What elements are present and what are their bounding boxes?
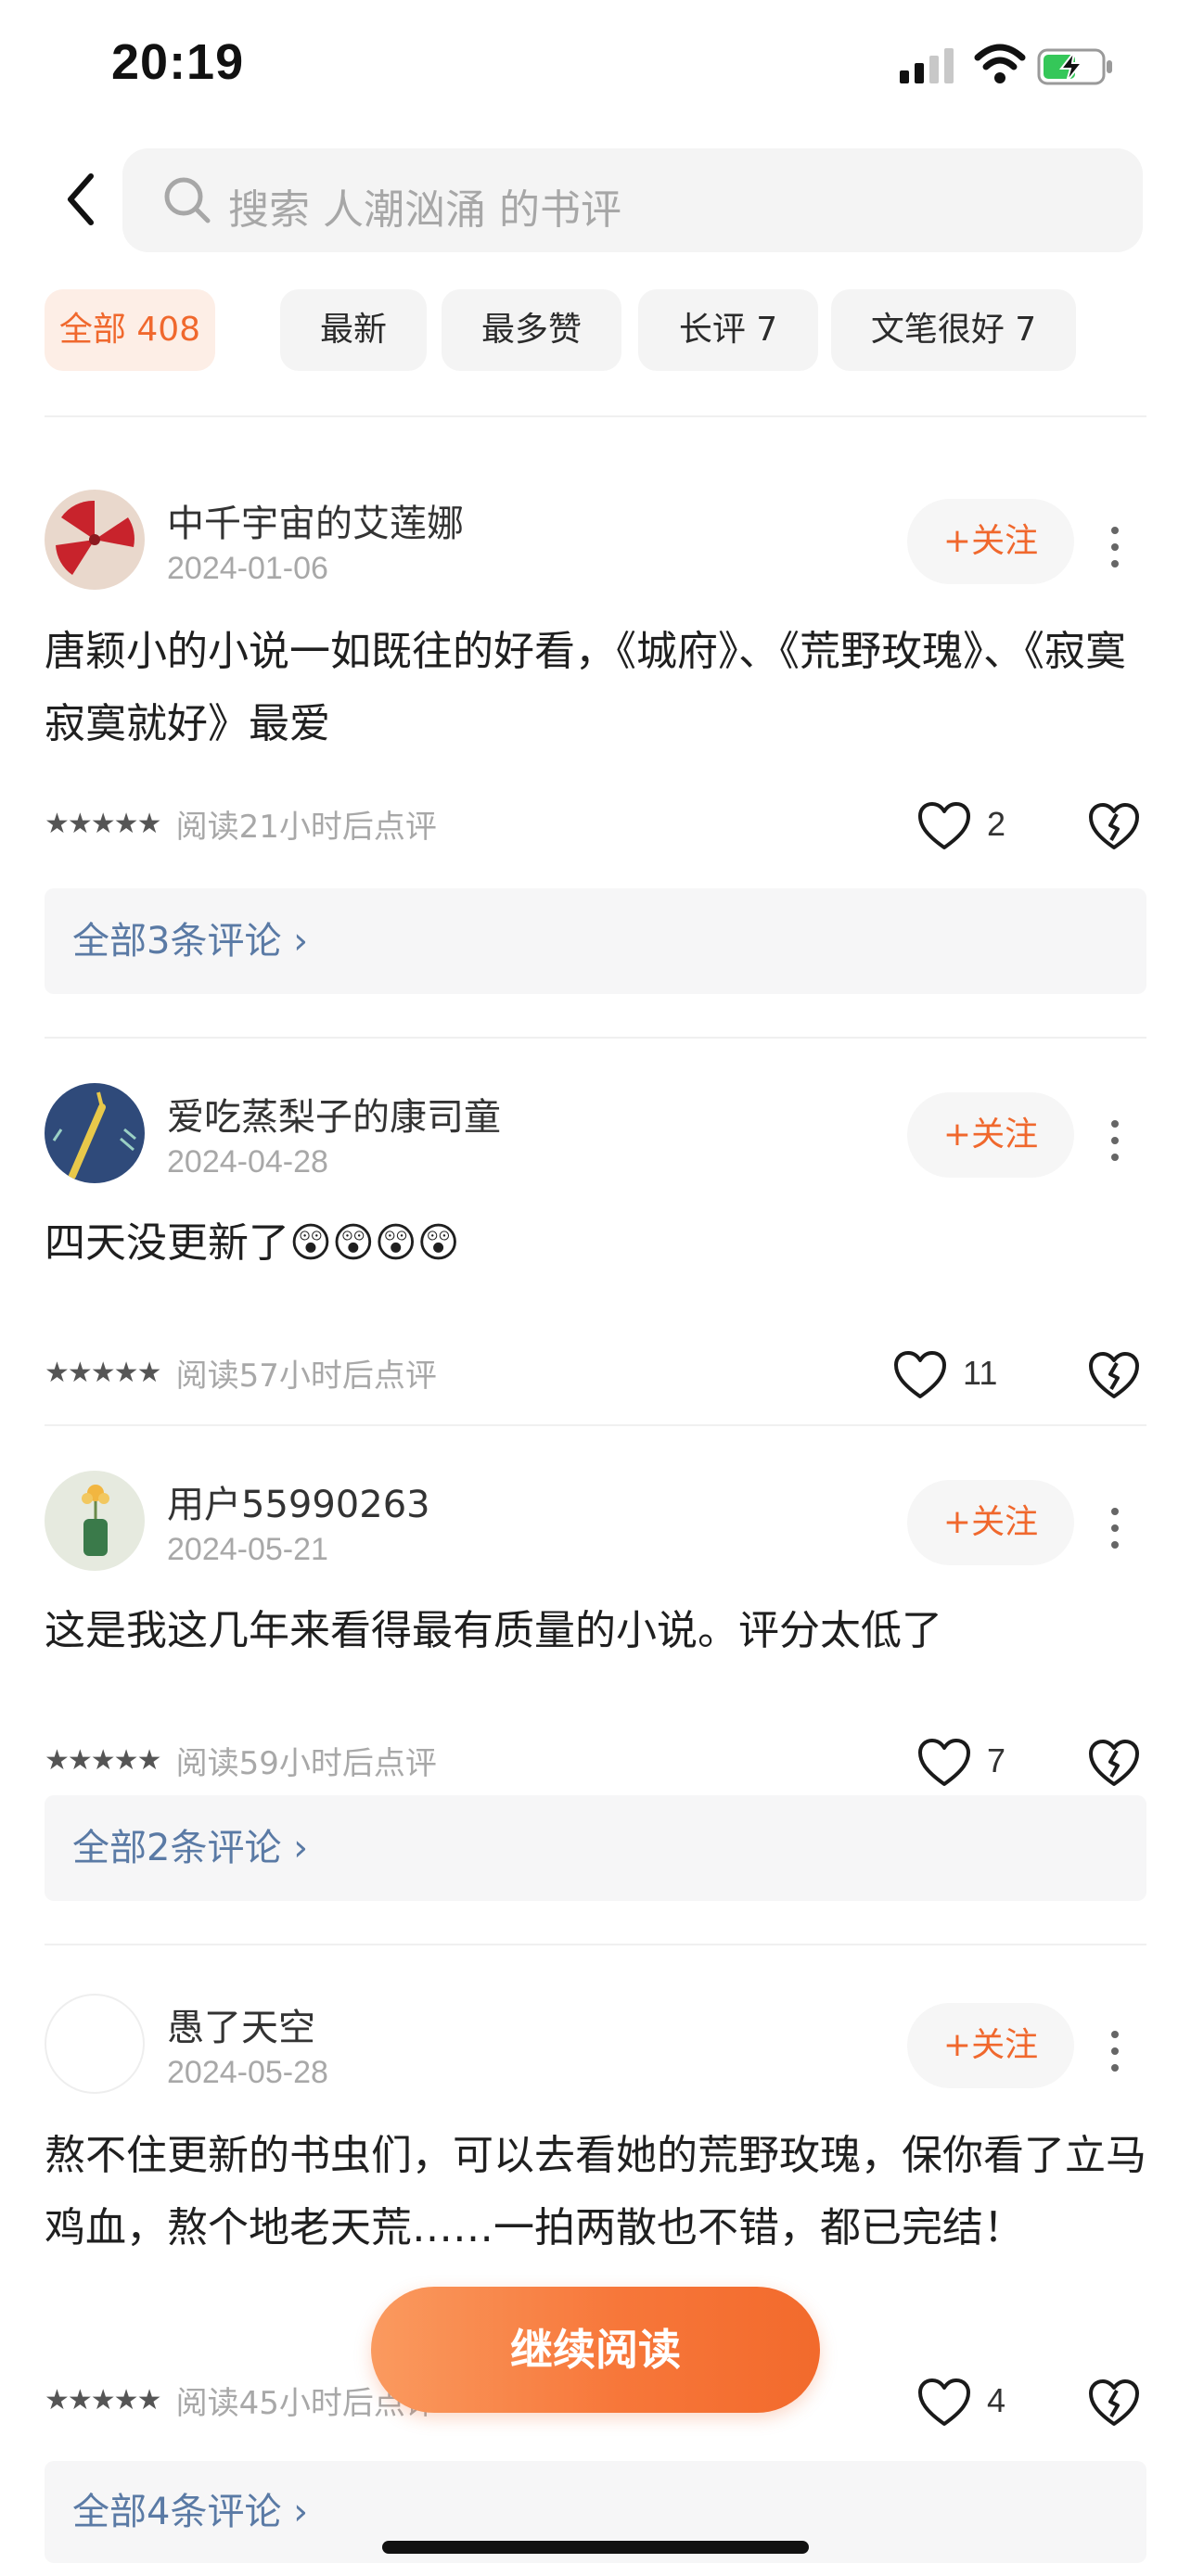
heart-icon: [918, 2378, 970, 2426]
star-rating: ★★★★★: [45, 1357, 161, 1389]
rating-row: ★★★★★ 阅读45小时后点评: [45, 2378, 437, 2424]
user-name[interactable]: 用户55990263: [167, 1474, 430, 1528]
avatar[interactable]: [45, 1994, 145, 2094]
user-name[interactable]: 愚了天空: [167, 1997, 315, 2051]
broken-heart-icon[interactable]: [1087, 2378, 1141, 2429]
heart-icon: [918, 1739, 970, 1786]
follow-button[interactable]: +关注: [907, 499, 1074, 584]
avatar[interactable]: [45, 490, 145, 590]
tab-long-reviews[interactable]: 长评 7: [638, 289, 818, 371]
tab-good-writing[interactable]: 文笔很好 7: [831, 289, 1076, 371]
follow-button[interactable]: +关注: [907, 1480, 1074, 1565]
heart-icon: [894, 1351, 946, 1398]
rating-row: ★★★★★ 阅读57小时后点评: [45, 1350, 437, 1396]
avatar-flower-image: [45, 1471, 145, 1571]
follow-button[interactable]: +关注: [907, 1092, 1074, 1178]
avatar-dandelion-image: [45, 1083, 145, 1183]
more-options-icon[interactable]: [1104, 1502, 1126, 1558]
review-text: 四天没更新了😲😲😲😲: [45, 1219, 460, 1267]
read-note: 阅读59小时后点评: [175, 1745, 437, 1782]
wifi-icon: [974, 44, 1026, 83]
all-comments-link[interactable]: 全部3条评论 ›: [45, 888, 1146, 994]
review-text: 熬不住更新的书虫们，可以去看她的荒野玫瑰，保你看了立马鸡血，熬个地老天荒……一拍…: [45, 2132, 1146, 2251]
read-note: 阅读57小时后点评: [175, 1358, 437, 1395]
avatar[interactable]: [45, 1083, 145, 1183]
review-text: 这是我这几年来看得最有质量的小说。评分太低了: [45, 1607, 942, 1654]
divider: [45, 415, 1146, 417]
like-count: 7: [987, 1741, 1006, 1779]
back-button[interactable]: [56, 167, 111, 232]
like-count: 4: [987, 2381, 1006, 2419]
divider: [45, 1424, 1146, 1426]
search-input[interactable]: 搜索 人潮汹涌 的书评: [122, 148, 1143, 252]
divider: [45, 1944, 1146, 1945]
review-text: 唐颖小的小说一如既往的好看，《城府》、《荒野玫瑰》、《寂寞寂寞就好》最爱: [45, 628, 1126, 747]
tab-latest[interactable]: 最新: [280, 289, 427, 371]
continue-reading-button[interactable]: 继续阅读: [371, 2287, 820, 2413]
cellular-signal-icon: [900, 48, 954, 83]
battery-charging-icon: [1037, 48, 1112, 85]
star-rating: ★★★★★: [45, 2384, 161, 2417]
tab-most-liked[interactable]: 最多赞: [442, 289, 621, 371]
broken-heart-icon[interactable]: [1087, 1350, 1141, 1402]
follow-button[interactable]: +关注: [907, 2003, 1074, 2088]
more-options-icon[interactable]: [1104, 2025, 1126, 2081]
read-note: 阅读21小时后点评: [175, 809, 437, 846]
status-time: 20:19: [111, 34, 245, 90]
all-comments-link[interactable]: 全部2条评论 ›: [45, 1795, 1146, 1901]
rating-row: ★★★★★ 阅读59小时后点评: [45, 1738, 437, 1784]
status-bar: 20:19: [0, 0, 1191, 130]
search-icon: [164, 177, 211, 223]
review-date: 2024-04-28: [167, 1144, 328, 1180]
user-name[interactable]: 中千宇宙的艾莲娜: [167, 493, 464, 547]
chevron-left-icon: [68, 173, 94, 225]
more-options-icon[interactable]: [1104, 521, 1126, 577]
tab-all[interactable]: 全部 408: [45, 289, 215, 371]
home-indicator: [382, 2541, 809, 2554]
review-date: 2024-05-21: [167, 1532, 328, 1567]
like-count: 11: [963, 1354, 998, 1392]
like-count: 2: [987, 805, 1006, 843]
avatar-fans-image: [45, 490, 145, 590]
star-rating: ★★★★★: [45, 808, 161, 840]
review-date: 2024-01-06: [167, 551, 328, 586]
avatar[interactable]: [45, 1471, 145, 1571]
rating-row: ★★★★★ 阅读21小时后点评: [45, 801, 437, 848]
more-options-icon[interactable]: [1104, 1115, 1126, 1170]
broken-heart-icon[interactable]: [1087, 801, 1141, 853]
heart-icon: [918, 802, 970, 849]
divider: [45, 1037, 1146, 1039]
star-rating: ★★★★★: [45, 1744, 161, 1777]
search-placeholder: 搜索 人潮汹涌 的书评: [228, 186, 621, 234]
review-date: 2024-05-28: [167, 2055, 328, 2090]
user-name[interactable]: 爱吃蒸梨子的康司童: [167, 1087, 501, 1141]
broken-heart-icon[interactable]: [1087, 1738, 1141, 1790]
